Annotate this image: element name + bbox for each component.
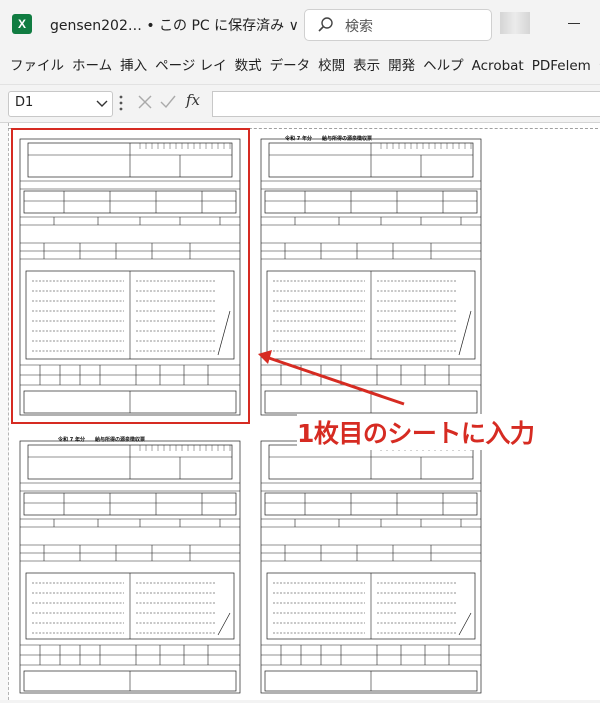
pointer-arrow	[258, 350, 405, 406]
instruction-callout: 1枚目のシートに入力	[297, 414, 557, 450]
callout-text: 1枚目のシートに入力	[297, 419, 535, 448]
